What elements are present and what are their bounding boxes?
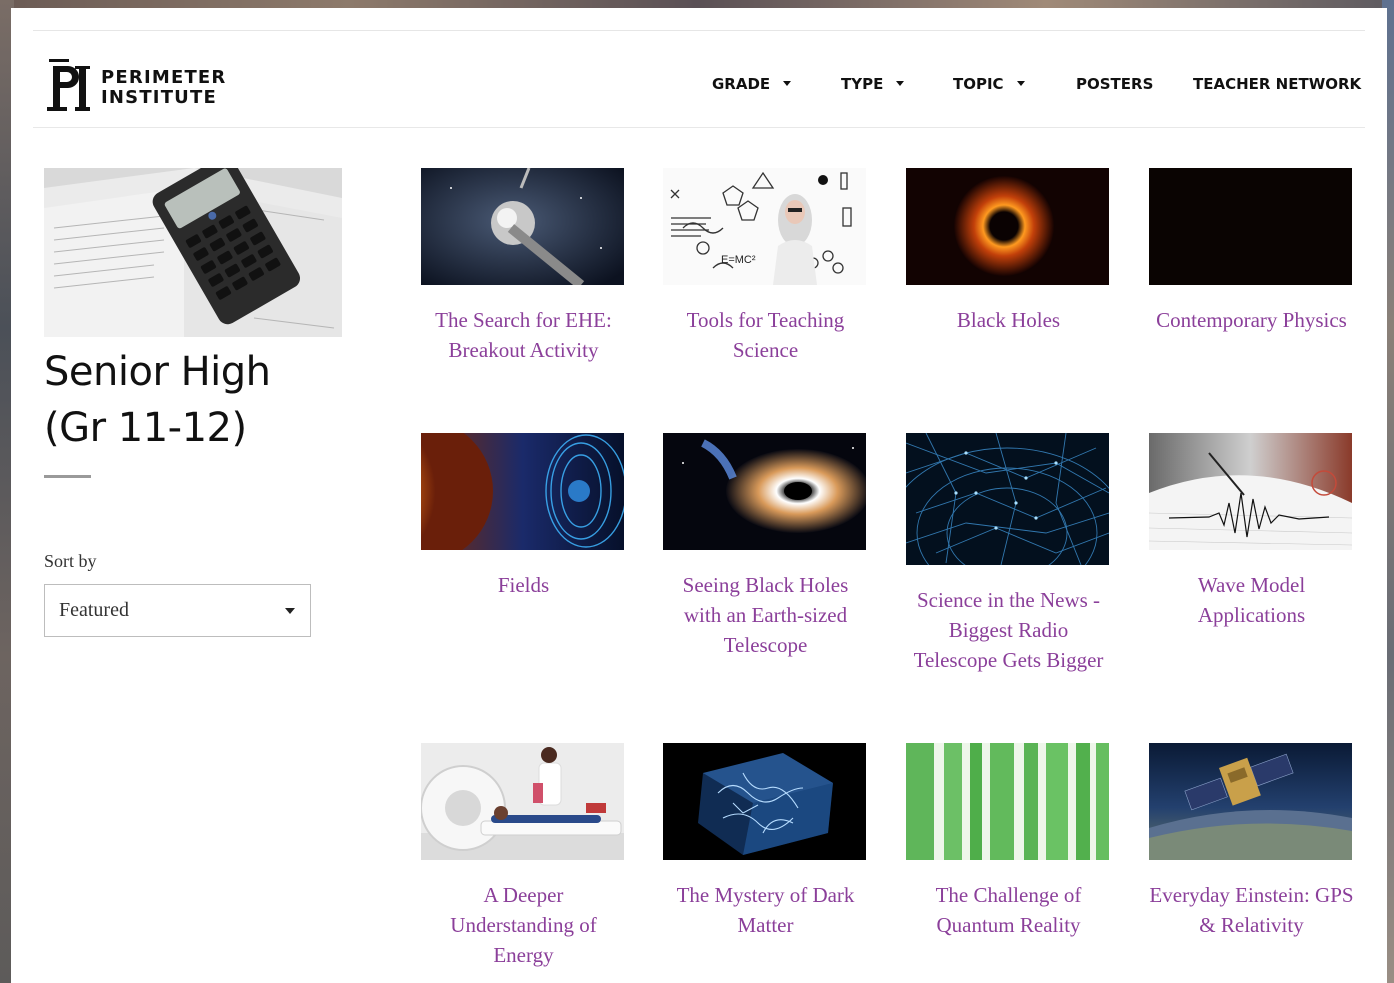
card-title: Tools for Teaching Science xyxy=(686,308,845,362)
resource-card[interactable]: The Challenge of Quantum Reality xyxy=(906,743,1111,940)
logo-line-2: INSTITUTE xyxy=(101,87,217,108)
logo-line-1: PERIMETER xyxy=(101,67,227,88)
resource-card[interactable]: E=MC² Tools for Teaching Science xyxy=(663,168,868,365)
card-thumbnail-black-hole xyxy=(906,168,1109,285)
caret-down-icon xyxy=(783,81,792,86)
calculator-image xyxy=(44,168,342,337)
resource-card[interactable]: Wave Model Applications xyxy=(1149,433,1354,630)
resource-card[interactable]: A Deeper Understanding of Energy xyxy=(421,743,626,970)
pi-logo-icon xyxy=(47,59,90,111)
nav-topic-label: TOPIC xyxy=(953,75,1004,93)
card-thumbnail-sound-wave xyxy=(1149,168,1352,285)
card-title: The Search for EHE: Breakout Activity xyxy=(435,308,612,362)
resource-card[interactable]: Fields xyxy=(421,433,626,600)
card-thumbnail-gps-satellite xyxy=(1149,743,1352,860)
card-thumbnail-network-globe xyxy=(906,433,1109,565)
nav-topic[interactable]: TOPIC xyxy=(953,75,1025,93)
card-title: Everyday Einstein: GPS & Relativity xyxy=(1149,883,1354,937)
resource-card[interactable]: Contemporary Physics xyxy=(1149,168,1354,335)
resource-card[interactable]: Science in the News - Biggest Radio Tele… xyxy=(906,433,1111,675)
card-title: Seeing Black Holes with an Earth-sized T… xyxy=(682,573,849,657)
card-title: Contemporary Physics xyxy=(1156,308,1347,332)
card-title: Fields xyxy=(497,573,550,597)
page-title-line-1: Senior High xyxy=(44,349,271,395)
card-thumbnail-dark-matter-cube xyxy=(663,743,866,860)
svg-text:E=MC²: E=MC² xyxy=(721,254,756,266)
card-thumbnail-science-doodles: E=MC² xyxy=(663,168,866,285)
resource-card[interactable]: Everyday Einstein: GPS & Relativity xyxy=(1149,743,1354,940)
card-title: Black Holes xyxy=(956,308,1061,332)
caret-down-icon xyxy=(285,608,295,614)
card-title: Wave Model Applications xyxy=(1197,573,1306,627)
nav-grade[interactable]: GRADE xyxy=(712,75,792,93)
nav-teacher-network[interactable]: TEACHER NETWORK xyxy=(1193,75,1361,93)
nav-grade-label: GRADE xyxy=(712,75,771,93)
card-title: Science in the News - Biggest Radio Tele… xyxy=(913,588,1104,672)
nav-type[interactable]: TYPE xyxy=(841,75,905,93)
sort-selected-value: Featured xyxy=(59,599,129,621)
card-thumbnail-spacecraft xyxy=(421,168,624,285)
nav-type-label: TYPE xyxy=(841,75,884,93)
resource-card[interactable]: The Search for EHE: Breakout Activity xyxy=(421,168,626,365)
page-title: Senior High (Gr 11-12) xyxy=(44,344,344,456)
title-underline xyxy=(44,475,91,478)
card-thumbnail-seismograph xyxy=(1149,433,1352,550)
sort-by-label: Sort by xyxy=(44,551,97,571)
page-title-line-2: (Gr 11-12) xyxy=(44,405,247,451)
resource-card[interactable]: Black Holes xyxy=(906,168,1111,335)
site-header: PERIMETER INSTITUTE GRADE TYPE TOPIC POS… xyxy=(33,31,1365,128)
resource-card[interactable]: Seeing Black Holes with an Earth-sized T… xyxy=(663,433,868,660)
nav-posters-label: POSTERS xyxy=(1076,75,1154,93)
resource-card[interactable]: The Mystery of Dark Matter xyxy=(663,743,868,940)
caret-down-icon xyxy=(896,81,905,86)
nav-teacher-network-label: TEACHER NETWORK xyxy=(1193,75,1362,93)
sort-select[interactable]: Featured xyxy=(44,584,311,637)
card-thumbnail-interference-pattern xyxy=(906,743,1109,860)
nav-posters[interactable]: POSTERS xyxy=(1076,75,1153,93)
card-title: The Challenge of Quantum Reality xyxy=(935,883,1082,937)
card-title: A Deeper Understanding of Energy xyxy=(450,883,597,967)
card-thumbnail-accretion-disk xyxy=(663,433,866,550)
page: PERIMETER INSTITUTE GRADE TYPE TOPIC POS… xyxy=(11,8,1387,983)
logo-wordmark: PERIMETER INSTITUTE xyxy=(101,68,227,108)
caret-down-icon xyxy=(1016,81,1025,86)
card-title: The Mystery of Dark Matter xyxy=(676,883,855,937)
card-thumbnail-sun-earth-fields xyxy=(421,433,624,550)
card-thumbnail-ct-scanner xyxy=(421,743,624,860)
